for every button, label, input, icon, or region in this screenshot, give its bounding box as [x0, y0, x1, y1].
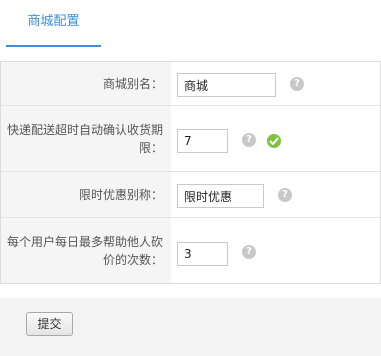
label-line: 每个用户每日最多帮助他人砍 — [6, 234, 163, 249]
form-footer: 提交 — [0, 298, 381, 356]
form-row-bargain-help-count: 每个用户每日最多帮助他人砍 价的次数： ? — [1, 218, 380, 283]
question-circle-icon[interactable]: ? — [242, 133, 256, 147]
submit-button[interactable]: 提交 — [26, 312, 73, 336]
bargain-help-count-input[interactable] — [177, 242, 228, 266]
limited-offer-alias-input[interactable] — [177, 184, 264, 208]
form-field: ? — [171, 106, 380, 171]
question-circle-icon[interactable]: ? — [242, 245, 256, 259]
mall-alias-input[interactable] — [177, 73, 276, 97]
tab-bar: 商城配置 — [0, 0, 381, 47]
form-row-limited-offer-alias: 限时优惠别称： ? — [1, 172, 380, 218]
label-line: 限时优惠别称： — [78, 187, 163, 202]
check-circle-icon — [267, 134, 281, 148]
form-label: 限时优惠别称： — [1, 172, 171, 217]
form-label: 快递配送超时自动确认收货期 限： — [1, 106, 171, 171]
form-field: ? — [171, 172, 380, 217]
settings-form: 商城别名： ? 快递配送超时自动确认收货期 限： ? 限时优惠别称： — [0, 61, 381, 284]
label-line: 商城别名： — [102, 76, 163, 91]
label-line: 价的次数： — [102, 252, 163, 267]
form-row-auto-confirm-days: 快递配送超时自动确认收货期 限： ? — [1, 106, 380, 172]
label-line: 快递配送超时自动确认收货期 — [6, 122, 163, 137]
question-circle-icon[interactable]: ? — [290, 77, 304, 91]
label-line: 限： — [138, 140, 163, 155]
form-label: 每个用户每日最多帮助他人砍 价的次数： — [1, 218, 171, 283]
form-field: ? — [171, 62, 380, 105]
question-circle-icon[interactable]: ? — [278, 188, 292, 202]
form-field: ? — [171, 218, 380, 283]
tab-mall-config[interactable]: 商城配置 — [6, 0, 101, 47]
form-label: 商城别名： — [1, 62, 171, 105]
auto-confirm-days-input[interactable] — [177, 129, 228, 153]
form-row-mall-alias: 商城别名： ? — [1, 62, 380, 106]
